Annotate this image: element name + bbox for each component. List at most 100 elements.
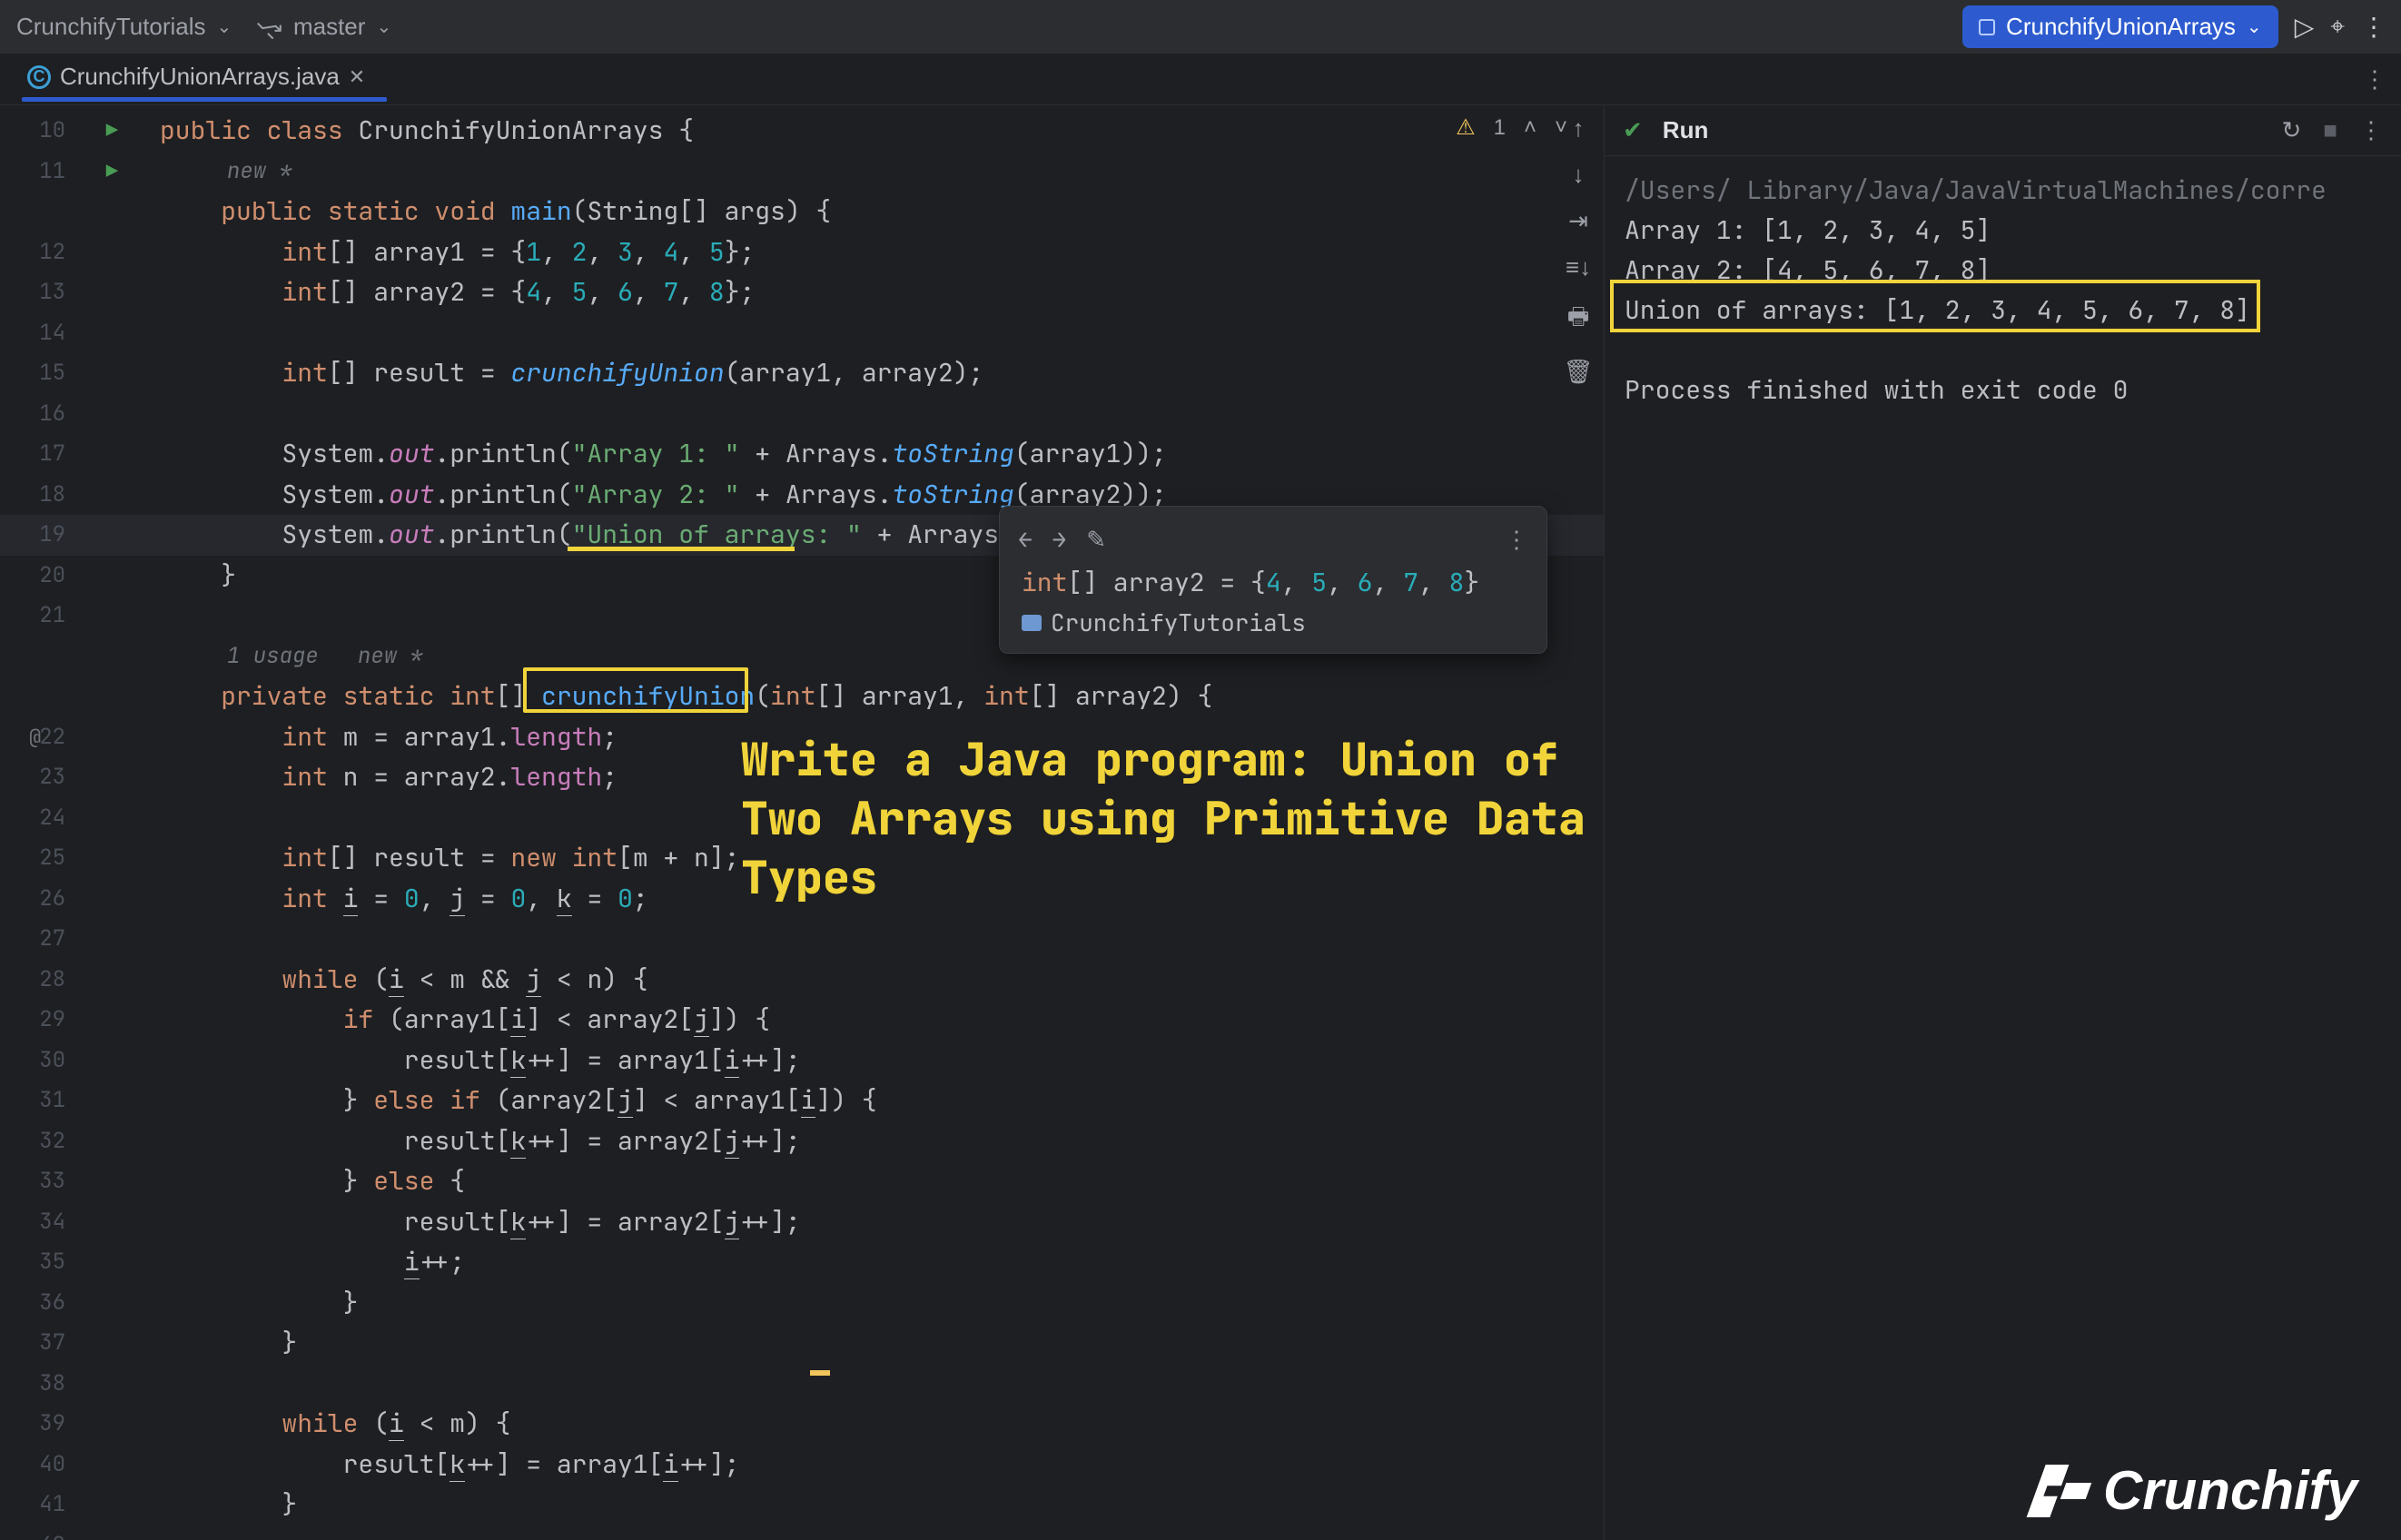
gutter-line[interactable]: 21 xyxy=(0,596,82,637)
branch-selector[interactable]: ⎇ master ⌄ xyxy=(257,13,391,41)
gutter-line[interactable]: 25 xyxy=(0,838,82,879)
edit-icon[interactable]: ✎ xyxy=(1086,523,1106,555)
chevron-down-icon: ⌄ xyxy=(217,15,232,38)
gutter[interactable]: 10 11 12 13 14 15 16 17 18 19 20 21 22@ … xyxy=(0,105,82,1540)
caption-line: Two Arrays using Primitive Data Types xyxy=(741,789,1604,907)
soft-wrap-icon[interactable]: ⇥ xyxy=(1568,207,1588,235)
kebab-icon[interactable]: ⋮ xyxy=(2363,65,2386,94)
run-config-label: CrunchifyUnionArrays xyxy=(2006,13,2236,41)
caption-line: Write a Java program: Union of xyxy=(741,730,1604,789)
rerun-icon[interactable]: ↻ xyxy=(2281,116,2301,144)
toolbar-right: CrunchifyUnionArrays ⌄ ▷ ⌖ ⋮ xyxy=(1962,5,2385,48)
gutter-line[interactable]: 29 xyxy=(0,1000,82,1041)
run-side-toolbar: ↑ ↓ ⇥ ≡↓ 🖶 🗑 xyxy=(1552,105,1605,386)
gutter-line[interactable]: 19 xyxy=(0,515,82,556)
gutter-line[interactable]: 17 xyxy=(0,434,82,475)
gutter-line[interactable]: 10 xyxy=(0,111,82,152)
scroll-up-icon[interactable]: ↑ xyxy=(1573,114,1585,143)
editor-tabs: C CrunchifyUnionArrays.java ✕ ⋮ xyxy=(0,54,2401,105)
gutter-line[interactable]: 24 xyxy=(0,798,82,839)
chevron-down-icon: ⌄ xyxy=(376,15,391,38)
console-output[interactable]: /Users/ Library/Java/JavaVirtualMachines… xyxy=(1605,156,2401,425)
console-line: /Users/ Library/Java/JavaVirtualMachines… xyxy=(1625,171,2390,211)
main-split: ⚠ 1 ˄ ˅ 10 11 12 13 14 15 16 17 18 19 20… xyxy=(0,105,2401,1540)
crunchify-mark-icon xyxy=(2036,1465,2089,1517)
gutter-line[interactable]: 30 xyxy=(0,1041,82,1081)
popup-breadcrumb[interactable]: CrunchifyTutorials xyxy=(1000,599,1546,640)
breadcrumb[interactable]: CrunchifyTutorials ⌄ xyxy=(16,13,232,41)
gutter-line[interactable]: 32 xyxy=(0,1121,82,1162)
gutter-line[interactable]: 16 xyxy=(0,394,82,435)
class-icon xyxy=(1979,19,1995,35)
highlight-box xyxy=(523,667,748,713)
code-area[interactable]: public class CrunchifyUnionArrays { new … xyxy=(82,105,1604,1540)
inlay-hint: new * xyxy=(82,152,1604,192)
module-icon xyxy=(1022,615,1042,631)
project-name: CrunchifyTutorials xyxy=(16,13,206,41)
branch-icon: ⎇ xyxy=(252,8,288,44)
kebab-icon[interactable]: ⋮ xyxy=(2359,116,2383,144)
gutter-line[interactable]: 26 xyxy=(0,879,82,920)
crunchify-logo: Crunchify xyxy=(2036,1459,2357,1522)
gutter-line[interactable]: 31 xyxy=(0,1081,82,1121)
gutter-line[interactable]: 42 xyxy=(0,1525,82,1540)
branch-name: master xyxy=(293,13,365,41)
gutter-line[interactable]: 22@ xyxy=(0,717,82,758)
gutter-line[interactable]: 35 xyxy=(0,1242,82,1283)
gutter-line[interactable]: 20 xyxy=(0,556,82,597)
scroll-to-end-icon[interactable]: ≡↓ xyxy=(1566,253,1591,281)
kebab-icon[interactable]: ⋮ xyxy=(1505,523,1528,555)
tab-file[interactable]: C CrunchifyUnionArrays.java ✕ xyxy=(27,63,381,96)
gutter-line[interactable]: 33 xyxy=(0,1161,82,1202)
gutter-line[interactable]: 40 xyxy=(0,1445,82,1486)
popup-toolbar: ← → ✎ ⋮ xyxy=(1000,519,1546,566)
tab-active-indicator xyxy=(22,97,387,102)
popup-code: int[] array2 = {4, 5, 6, 7, 8} xyxy=(1000,566,1546,599)
gutter-line[interactable]: 38 xyxy=(0,1364,82,1405)
kebab-icon[interactable]: ⋮ xyxy=(2361,12,2385,42)
tab-row-actions: ⋮ xyxy=(2363,65,2386,94)
debug-icon[interactable]: ⌖ xyxy=(2330,12,2345,42)
trash-icon[interactable]: 🗑 xyxy=(1563,358,1593,386)
gutter-line[interactable]: 27 xyxy=(0,919,82,960)
arrow-left-icon[interactable]: ← xyxy=(1018,523,1033,555)
gutter-line[interactable]: 18 xyxy=(0,475,82,516)
arrow-right-icon[interactable]: → xyxy=(1052,523,1067,555)
crunchify-wordmark: Crunchify xyxy=(2103,1459,2357,1522)
top-bar: CrunchifyTutorials ⌄ ⎇ master ⌄ Crunchif… xyxy=(0,0,2401,54)
gutter-line[interactable]: 39 xyxy=(0,1404,82,1445)
close-icon[interactable]: ✕ xyxy=(349,65,365,89)
run-title: Run xyxy=(1663,116,1709,144)
run-config-selector[interactable]: CrunchifyUnionArrays ⌄ xyxy=(1962,5,2278,48)
annotation-icon: @ xyxy=(29,717,41,758)
gutter-line[interactable]: 36 xyxy=(0,1283,82,1324)
run-icon[interactable]: ▷ xyxy=(2295,12,2315,42)
console-line xyxy=(1625,331,2390,370)
gutter-line[interactable]: 15 xyxy=(0,353,82,394)
gutter-line[interactable]: 14 xyxy=(0,313,82,354)
gutter-line[interactable]: 34 xyxy=(0,1202,82,1243)
editor[interactable]: 10 11 12 13 14 15 16 17 18 19 20 21 22@ … xyxy=(0,105,1604,1540)
quick-doc-popup[interactable]: ← → ✎ ⋮ int[] array2 = {4, 5, 6, 7, 8} C… xyxy=(999,506,1547,654)
editor-pane: ⚠ 1 ˄ ˅ 10 11 12 13 14 15 16 17 18 19 20… xyxy=(0,105,1604,1540)
console-line: Process finished with exit code 0 xyxy=(1625,370,2390,410)
scroll-down-icon[interactable]: ↓ xyxy=(1573,161,1585,189)
run-panel: ↑ ↓ ⇥ ≡↓ 🖶 🗑 ✔ Run ↻ ■ ⋮ /Users/ Library… xyxy=(1604,105,2401,1540)
print-icon[interactable]: 🖶 xyxy=(1567,300,1590,340)
gutter-line[interactable] xyxy=(0,637,82,717)
gutter-line[interactable]: 23 xyxy=(0,757,82,798)
stop-icon[interactable]: ■ xyxy=(2323,116,2337,144)
gutter-line[interactable]: 11 xyxy=(0,152,82,232)
gutter-line[interactable]: 28 xyxy=(0,960,82,1001)
run-header: ✔ Run ↻ ■ ⋮ xyxy=(1605,105,2401,156)
tab-filename: CrunchifyUnionArrays.java xyxy=(60,63,340,91)
run-header-actions: ↻ ■ ⋮ xyxy=(2281,116,2383,144)
gutter-line[interactable]: 12 xyxy=(0,232,82,273)
gutter-line[interactable]: 13 xyxy=(0,272,82,313)
popup-breadcrumb-label: CrunchifyTutorials xyxy=(1051,607,1306,638)
gutter-line[interactable]: 37 xyxy=(0,1323,82,1364)
caption-overlay: Write a Java program: Union of Two Array… xyxy=(741,730,1604,907)
highlight-underline xyxy=(568,547,795,551)
gutter-line[interactable]: 41 xyxy=(0,1485,82,1525)
class-file-icon: C xyxy=(27,65,51,89)
